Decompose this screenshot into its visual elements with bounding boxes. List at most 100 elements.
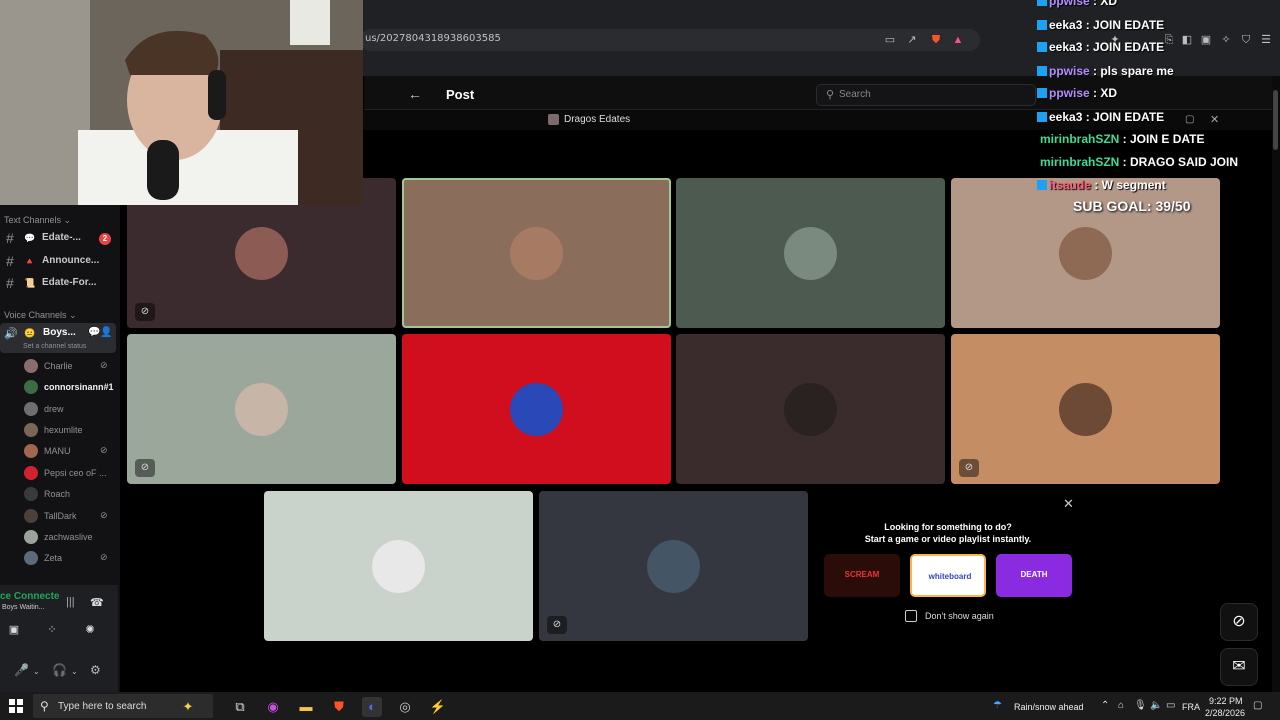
chat-username: mirinbrahSZN (1040, 155, 1120, 169)
brave-browser-icon[interactable]: ⛊ (329, 697, 349, 717)
disconnect-icon[interactable]: ☎ (90, 596, 104, 609)
member-name: MANU (44, 446, 71, 456)
chat-icon[interactable]: 💬 (88, 327, 100, 338)
rewards-icon[interactable]: ▲ (951, 33, 965, 47)
activity-card-whiteboard[interactable]: whiteboard (910, 554, 986, 597)
member-row[interactable]: Charlie ⊘ (0, 356, 116, 377)
member-row[interactable]: MANU ⊘ (0, 441, 116, 462)
back-arrow-icon[interactable]: ← (408, 86, 422, 102)
video-tile[interactable] (676, 334, 945, 484)
no-link-icon[interactable]: ⊘ (1220, 603, 1258, 641)
member-row[interactable]: TallDark ⊘ (0, 506, 116, 527)
task-view-icon[interactable]: ⧉ (230, 697, 250, 717)
screen: us/2027804318938603585 ▭ ↗ ⛊ ▲ ✦ ⎘ ◧ ▣ ✧… (0, 0, 1280, 720)
vpn-icon[interactable]: ⛉ (1239, 33, 1253, 47)
signal-icon[interactable]: ||| (66, 596, 75, 608)
member-row[interactable]: hexumlite (0, 420, 116, 441)
member-row[interactable]: zachwaslive (0, 527, 116, 548)
chevron-down-icon[interactable]: ⌄ (33, 667, 40, 676)
microphone-icon[interactable]: 🎤 (14, 663, 29, 677)
sub-goal: SUB GOAL: 39/50 (1073, 198, 1191, 214)
dont-show-label[interactable]: Don't show again (925, 611, 994, 621)
scrollbar-thumb[interactable] (1273, 90, 1278, 150)
copilot-icon[interactable]: ◉ (263, 697, 283, 717)
file-explorer-icon[interactable]: ▬ (296, 697, 316, 717)
voice-connected-channel[interactable]: Boys Waitin... (2, 604, 45, 611)
video-tile[interactable]: ⊘ (127, 334, 396, 484)
member-row[interactable]: Roach (0, 484, 116, 505)
text-channels-header[interactable]: Text Channels ⌄ (4, 215, 71, 226)
windows-start-icon[interactable] (9, 699, 23, 713)
channel-announcements[interactable]: # 🔺 Announce... (0, 252, 118, 272)
video-tile[interactable] (402, 334, 671, 484)
chevron-up-icon[interactable]: ⌃ (1101, 700, 1109, 711)
chevron-down-icon[interactable]: ⌄ (71, 667, 78, 676)
close-icon[interactable]: ✕ (1063, 496, 1074, 512)
weather-text[interactable]: Rain/snow ahead (1014, 702, 1084, 712)
share-icon[interactable]: ↗ (905, 33, 919, 47)
voice-channels-header[interactable]: Voice Channels ⌄ (4, 310, 77, 321)
video-tile[interactable]: ⊘ (539, 491, 808, 641)
member-name: drew (44, 404, 64, 414)
close-icon[interactable]: ✕ (1210, 113, 1219, 126)
activities-icon[interactable]: ⁘ (43, 623, 61, 639)
page-title: Post (446, 87, 475, 102)
brave-shield-icon[interactable]: ⛊ (929, 33, 943, 47)
page-scrollbar[interactable] (1272, 76, 1280, 692)
avatar (24, 551, 38, 565)
member-row[interactable]: Pepsi ceo oF ... (0, 463, 116, 484)
hash-icon: # (6, 275, 14, 291)
channel-edate[interactable]: # 💬 Edate-... 2 (0, 229, 118, 249)
cast-icon[interactable]: ▭ (883, 33, 897, 47)
app-icon[interactable]: ⚡ (428, 697, 448, 717)
obs-icon[interactable]: ◎ (395, 697, 415, 717)
member-row[interactable]: connorsinann#1 (0, 377, 116, 398)
dont-show-checkbox[interactable] (905, 610, 917, 622)
member-row[interactable]: Zeta ⊘ (0, 548, 116, 569)
discord-icon[interactable]: ◐ (362, 697, 382, 717)
chat-message: ppwise : XD (1037, 86, 1117, 100)
wallet-icon[interactable]: ▣ (1199, 33, 1213, 47)
settings-gear-icon[interactable]: ⚙ (90, 663, 101, 677)
channel-label: Edate-... (42, 232, 81, 243)
voice-channel-boys[interactable]: 🔊 😐 Boys... 💬 👤 Set a channel status (0, 323, 116, 353)
popout-icon[interactable]: ▢ (1185, 114, 1194, 125)
address-url[interactable]: us/2027804318938603585 (365, 33, 501, 44)
avatar (24, 423, 38, 437)
chat-text: : W segment (1091, 178, 1166, 192)
mic-tray-icon[interactable]: 🎙 (1134, 700, 1147, 711)
screen-share-icon[interactable]: ▣ (5, 623, 23, 639)
sidebar-toggle-icon[interactable]: ◧ (1180, 33, 1194, 47)
video-tile[interactable] (676, 178, 945, 328)
video-tile[interactable] (402, 178, 671, 328)
activity-card-scream[interactable]: SCREAM (824, 554, 900, 597)
language-indicator[interactable]: FRA (1182, 702, 1200, 712)
battery-icon[interactable]: ▭ (1166, 700, 1175, 711)
video-tile[interactable]: ⊘ (951, 334, 1220, 484)
invite-icon[interactable]: 👤 (100, 327, 112, 338)
menu-icon[interactable]: ☰ (1259, 33, 1273, 47)
volume-icon[interactable]: 🔈 (1150, 700, 1162, 711)
chat-text: : JOIN EDATE (1082, 18, 1165, 32)
channel-edate-forum[interactable]: # 📜 Edate-For... (0, 274, 118, 294)
soundboard-icon[interactable]: ✺ (81, 623, 99, 639)
member-row[interactable]: drew (0, 399, 116, 420)
network-icon[interactable]: ⌂ (1118, 700, 1124, 711)
chat-message: eeka3 : JOIN EDATE (1037, 18, 1164, 32)
clock-time[interactable]: 9:22 PM (1209, 696, 1243, 706)
notification-icon[interactable]: ▢ (1253, 700, 1262, 711)
clock-date[interactable]: 2/28/2026 (1205, 708, 1245, 718)
sparkle-icon[interactable]: ✦ (178, 697, 198, 717)
ai-icon[interactable]: ✧ (1219, 33, 1233, 47)
voice-call-title: Dragos Edates (564, 114, 631, 125)
video-tile[interactable] (264, 491, 533, 641)
weather-icon[interactable]: ☂ (993, 700, 1002, 711)
activity-card-death[interactable]: DEATH (996, 554, 1072, 597)
channel-status[interactable]: Set a channel status (23, 343, 86, 350)
avatar (235, 227, 288, 280)
muted-mic-icon: ⊘ (100, 510, 108, 520)
chat-badge-icon (1037, 88, 1047, 98)
chat-text: : JOIN EDATE (1082, 40, 1165, 54)
headphones-icon[interactable]: 🎧 (52, 663, 67, 677)
mail-icon[interactable]: ✉ (1220, 648, 1258, 686)
